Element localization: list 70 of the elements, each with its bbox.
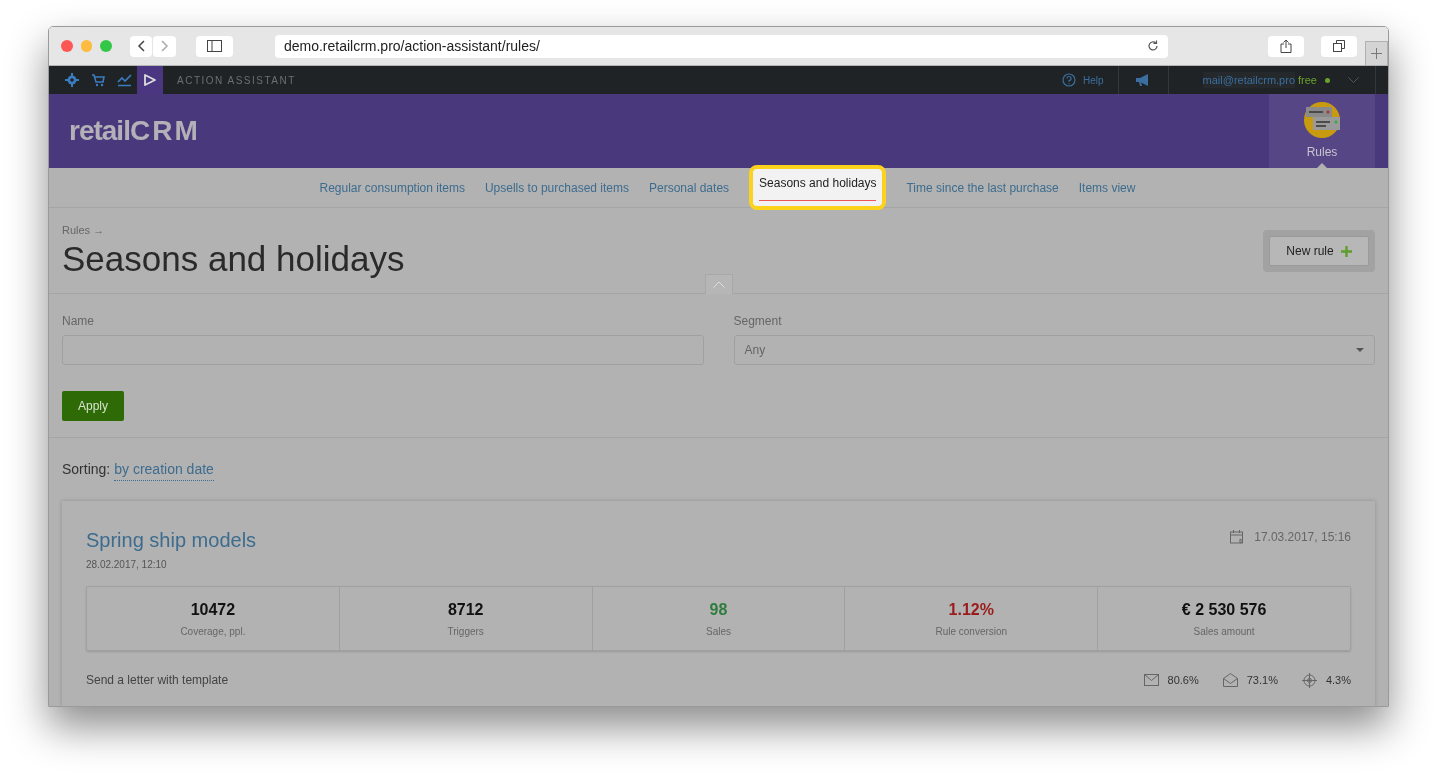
nav-tab[interactable]: Personal dates <box>649 178 730 197</box>
created-date: 28.02.2017, 12:10 <box>86 558 168 572</box>
logo-mark: CRM <box>129 114 200 148</box>
sidebar-icon <box>206 40 222 52</box>
rule-title[interactable]: Spring ship models <box>86 525 257 555</box>
chevron-down-icon[interactable] <box>1348 76 1359 84</box>
stat-value: € 2 530 576 <box>1181 600 1267 620</box>
sidebar-button[interactable] <box>195 35 233 57</box>
plan-label: free <box>1298 72 1317 88</box>
segment-dropdown[interactable]: Any <box>733 335 1375 365</box>
cart-icon[interactable] <box>91 73 105 87</box>
help-link[interactable]: Help <box>1083 72 1104 88</box>
reload-icon[interactable] <box>1146 40 1159 52</box>
tabs-button[interactable] <box>1320 35 1357 57</box>
settings-icon[interactable] <box>65 73 79 87</box>
help-icon[interactable] <box>1062 73 1076 87</box>
address-bar[interactable]: demo.retailcrm.pro/action-assistant/rules/ <box>274 34 1168 58</box>
segment-label: Segment <box>733 313 783 330</box>
new-rule-button[interactable]: New rule <box>1269 236 1369 266</box>
scheduled-date: 17.03.2017, 15:16 <box>1254 529 1351 546</box>
stat-value: 98 <box>709 600 728 620</box>
stat-label: Coverage, ppl. <box>180 625 246 639</box>
page-title: Seasons and holidays <box>62 237 405 280</box>
metric-value: 4.3% <box>1325 672 1351 688</box>
stat-label: Triggers <box>447 625 484 639</box>
sorting-link[interactable]: by creation date <box>114 458 214 481</box>
chevron-right-icon <box>160 40 169 52</box>
plus-icon <box>1370 47 1382 59</box>
new-tab-button[interactable] <box>1364 40 1388 66</box>
tabs-icon <box>1332 40 1345 52</box>
url-text: demo.retailcrm.pro/action-assistant/rules/ <box>283 36 541 56</box>
name-label: Name <box>62 313 95 330</box>
stat-label: Sales <box>706 625 731 639</box>
nav-tab[interactable] <box>137 66 163 94</box>
stat-label: Sales amount <box>1193 625 1255 639</box>
sorting-label: Sorting: <box>62 460 111 479</box>
rules-icon <box>1303 101 1341 139</box>
share-icon <box>1279 39 1292 53</box>
chevron-left-icon <box>137 40 146 52</box>
share-button[interactable] <box>1267 35 1304 57</box>
user-email[interactable]: mail@retailcrm.pro <box>1202 71 1296 89</box>
caret-icon <box>1356 348 1364 352</box>
metric-value: 80.6% <box>1167 672 1199 688</box>
nav-tab[interactable]: Items view <box>1078 178 1136 197</box>
play-icon[interactable] <box>143 73 157 87</box>
nav-tab[interactable]: Seasons and holidays <box>749 165 887 210</box>
chevron-up-icon <box>713 281 725 288</box>
back-button[interactable] <box>130 35 153 57</box>
nav-tab[interactable]: Upsells to purchased items <box>484 178 629 197</box>
envelope-icon <box>1143 674 1159 686</box>
calendar-icon <box>1230 530 1245 544</box>
breadcrumb[interactable]: Rules → <box>62 222 405 239</box>
nav-tab[interactable]: Time since the last purchase <box>906 178 1059 197</box>
close-window-button[interactable] <box>61 40 73 52</box>
apply-button[interactable]: Apply <box>62 391 124 421</box>
plus-icon <box>1340 245 1352 257</box>
stat-value: 10472 <box>190 600 236 620</box>
nav-tab[interactable]: Regular consumption items <box>319 178 465 197</box>
logo-text: retail <box>69 114 130 148</box>
metric-value: 73.1% <box>1246 672 1278 688</box>
target-icon <box>1301 672 1317 688</box>
module-label: Rules <box>1306 144 1338 161</box>
stat-value: 8712 <box>447 600 484 620</box>
section-title: ACTION ASSISTANT <box>177 73 296 88</box>
action-text: Send a letter with template <box>86 672 229 689</box>
stat-label: Rule conversion <box>935 625 1008 639</box>
module-tab[interactable]: Rules <box>1269 94 1375 168</box>
open-envelope-icon <box>1222 673 1238 687</box>
chart-icon[interactable] <box>116 73 132 87</box>
stat-value: 1.12% <box>948 600 994 620</box>
